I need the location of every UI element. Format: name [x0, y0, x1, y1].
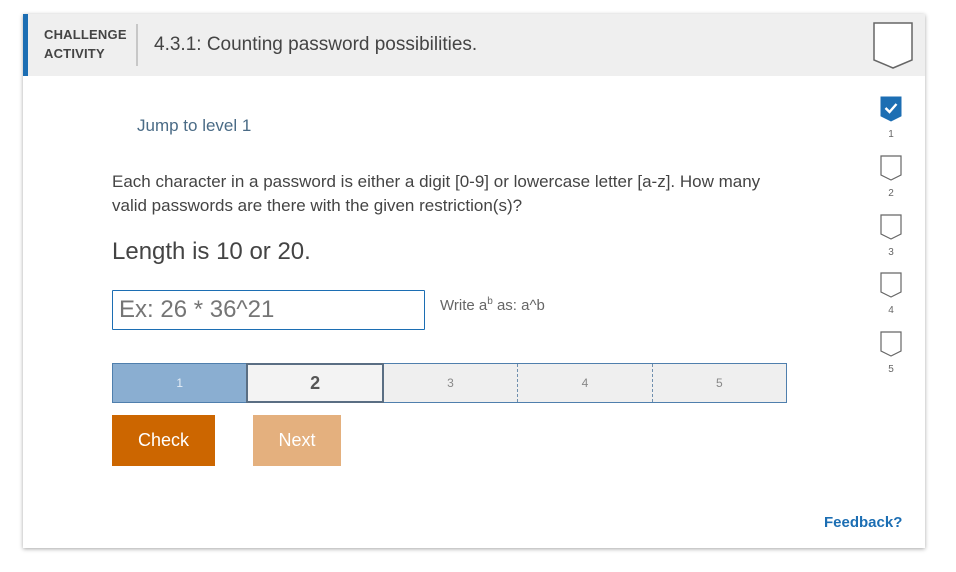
level-tab-2[interactable]: 2 [246, 363, 384, 403]
restriction-text: Length is 10 or 20. [112, 238, 311, 265]
level-tab-3[interactable]: 3 [384, 364, 519, 402]
activity-type-label: CHALLENGE ACTIVITY [44, 25, 127, 63]
activity-type-line2: ACTIVITY [44, 46, 105, 61]
hint-prefix: Write a [440, 297, 488, 314]
progress-number-4: 4 [888, 305, 894, 316]
progress-item-2: 2 [880, 155, 902, 199]
next-button[interactable]: Next [253, 415, 341, 466]
activity-title: 4.3.1: Counting password possibilities. [154, 34, 478, 55]
shield-outline-icon [880, 214, 902, 240]
progress-number-3: 3 [888, 247, 894, 258]
progress-number-1: 1 [888, 129, 894, 140]
level-tab-1[interactable]: 1 [113, 364, 247, 402]
hint-suffix: as: a^b [492, 297, 545, 314]
progress-item-4: 4 [880, 272, 902, 316]
question-text: Each character in a password is either a… [112, 172, 761, 215]
shield-outline-icon [880, 155, 902, 181]
level-tab-5[interactable]: 5 [653, 364, 786, 402]
header-divider [136, 24, 138, 66]
shield-outline-icon [880, 272, 902, 298]
progress-item-5: 5 [880, 331, 902, 375]
level-selector: 1 2 3 4 5 [112, 363, 787, 403]
exponent-hint: Write ab as: a^b [440, 296, 545, 314]
progress-item-1: 1 [880, 96, 902, 140]
progress-number-2: 2 [888, 188, 894, 199]
challenge-activity-card: CHALLENGE ACTIVITY 4.3.1: Counting passw… [23, 14, 925, 548]
checkmark-shield-icon [880, 96, 902, 122]
completion-badge-icon [873, 22, 913, 74]
activity-type-line1: CHALLENGE [44, 27, 127, 42]
check-button[interactable]: Check [112, 415, 215, 466]
progress-item-3: 3 [880, 214, 902, 258]
level-tab-4[interactable]: 4 [518, 364, 653, 402]
jump-to-level-link[interactable]: Jump to level 1 [137, 116, 251, 136]
progress-number-5: 5 [888, 364, 894, 375]
shield-outline-icon [880, 331, 902, 357]
answer-input[interactable] [112, 290, 425, 330]
activity-header: CHALLENGE ACTIVITY 4.3.1: Counting passw… [23, 14, 925, 76]
feedback-link[interactable]: Feedback? [824, 514, 902, 531]
